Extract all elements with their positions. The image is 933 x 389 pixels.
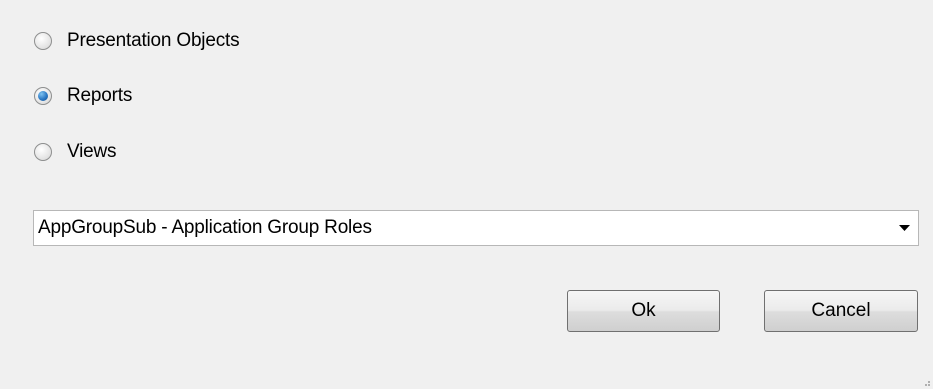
radio-label-reports: Reports [67, 85, 133, 106]
report-select-dropdown[interactable]: AppGroupSub - Application Group Roles [33, 210, 919, 246]
radio-presentation-objects[interactable]: Presentation Objects [34, 29, 240, 53]
ok-button[interactable]: Ok [567, 290, 720, 332]
radio-button-unchecked-icon[interactable] [34, 143, 52, 161]
resize-grip-icon[interactable] [921, 377, 931, 387]
radio-button-checked-icon[interactable] [34, 87, 52, 105]
radio-reports[interactable]: Reports [34, 84, 132, 108]
cancel-button[interactable]: Cancel [764, 290, 918, 332]
radio-label-views: Views [67, 141, 117, 162]
radio-button-unchecked-icon[interactable] [34, 32, 52, 50]
chevron-down-icon[interactable] [890, 211, 918, 245]
dropdown-selected-value: AppGroupSub - Application Group Roles [38, 217, 372, 238]
radio-label-presentation-objects: Presentation Objects [67, 30, 240, 51]
radio-views[interactable]: Views [34, 140, 117, 164]
